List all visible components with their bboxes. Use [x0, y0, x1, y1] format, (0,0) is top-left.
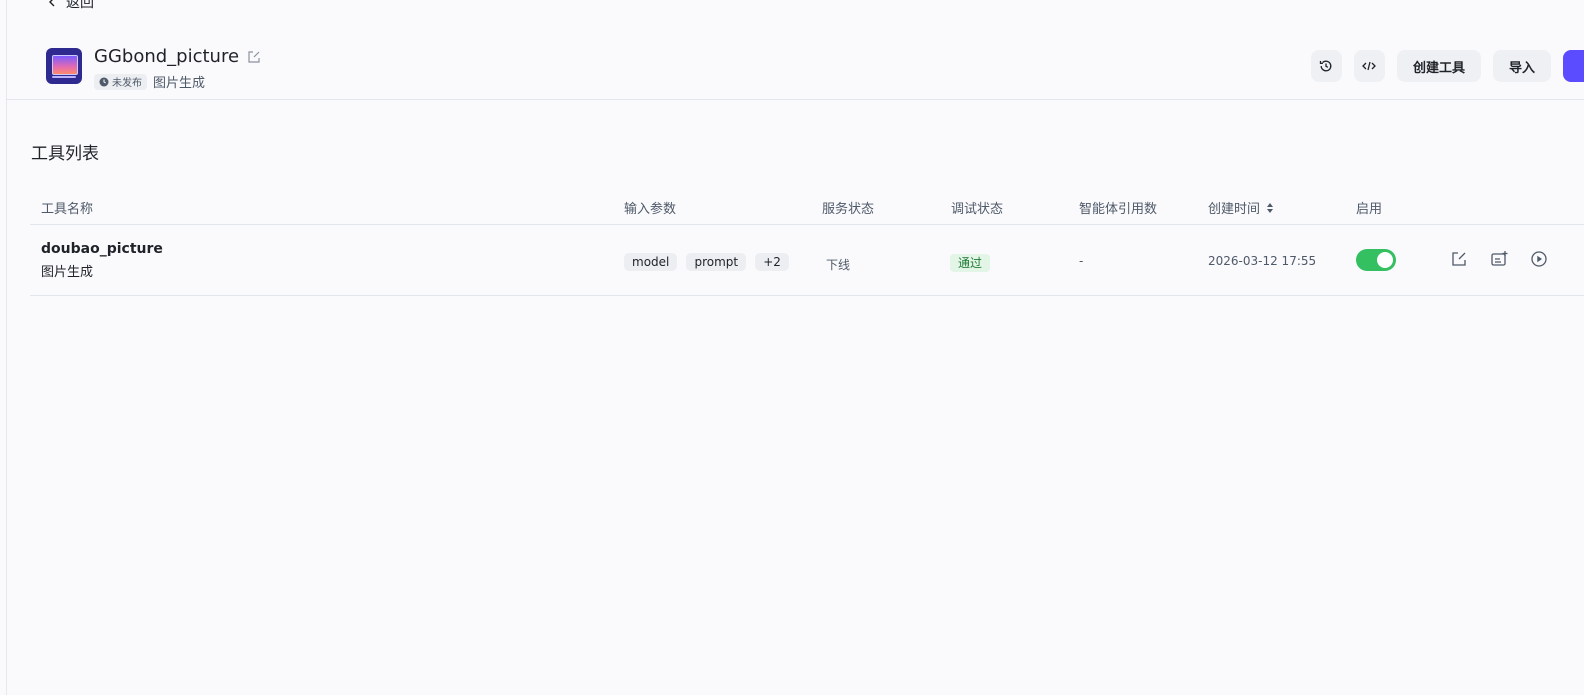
col-inputs: 输入参数: [624, 202, 677, 217]
header-toolbar: 创建工具 导入: [1310, 50, 1584, 82]
col-agent-refs: 智能体引用数: [1079, 202, 1158, 217]
app-avatar-icon: [46, 48, 82, 84]
agent-refs: -: [1079, 254, 1084, 268]
code-icon: [1362, 61, 1377, 71]
app-name: GGbond_picture: [94, 46, 240, 67]
app-header: GGbond_picture 未发布 图片生成 创建工具 导入: [6, 34, 1584, 100]
clock-icon: [99, 77, 109, 86]
col-created-at-label: 创建时间: [1208, 202, 1261, 217]
history-button[interactable]: [1310, 50, 1342, 82]
app-status-row: 未发布 图片生成: [94, 72, 205, 91]
back-link[interactable]: 返回: [46, 0, 94, 12]
status-badge-label: 未发布: [112, 78, 142, 89]
app-category: 图片生成: [153, 76, 206, 91]
enabled-cell: [1356, 249, 1396, 271]
code-button[interactable]: [1353, 50, 1385, 82]
run-icon[interactable]: [1530, 250, 1548, 268]
status-badge: 未发布: [94, 73, 147, 90]
edit-icon[interactable]: [1450, 250, 1468, 268]
created-at: 2026-03-12 17:55: [1208, 254, 1317, 268]
col-enabled: 启用: [1356, 202, 1383, 217]
tool-name: doubao_picture: [41, 241, 163, 257]
add-to-list-icon[interactable]: [1490, 250, 1508, 268]
inputs-cell: model prompt +2: [624, 251, 793, 271]
input-more-tag[interactable]: +2: [755, 253, 789, 271]
tool-description: 图片生成: [41, 265, 94, 280]
debug-status-badge: 通过: [950, 254, 991, 272]
input-tag: model: [624, 253, 678, 271]
section-title: 工具列表: [31, 144, 99, 164]
enabled-toggle[interactable]: [1356, 249, 1396, 271]
col-name: 工具名称: [41, 202, 94, 217]
col-debug-status: 调试状态: [951, 202, 1004, 217]
left-divider: [6, 0, 7, 695]
debug-status-cell: 通过: [950, 252, 991, 272]
table-row: doubao_picture 图片生成 model prompt +2 下线 通…: [30, 225, 1584, 296]
table-header: 工具名称 输入参数 服务状态 调试状态 智能体引用数 创建时间 启用: [30, 192, 1584, 225]
create-tool-button[interactable]: 创建工具: [1396, 50, 1481, 82]
history-icon: [1320, 60, 1332, 72]
row-actions: [1450, 250, 1548, 268]
primary-action-button[interactable]: [1563, 50, 1584, 82]
import-button[interactable]: 导入: [1492, 50, 1551, 82]
app-title: GGbond_picture: [94, 46, 261, 67]
col-created-at[interactable]: 创建时间: [1208, 198, 1274, 217]
tool-name-cell: doubao_picture 图片生成: [41, 241, 163, 280]
edit-name-icon[interactable]: [247, 50, 261, 64]
chevron-left-icon: [49, 0, 55, 7]
sort-icon[interactable]: [1266, 202, 1274, 214]
back-label: 返回: [66, 0, 94, 11]
input-tag: prompt: [686, 253, 747, 271]
col-service-status: 服务状态: [822, 202, 875, 217]
service-status: 下线: [826, 258, 851, 272]
